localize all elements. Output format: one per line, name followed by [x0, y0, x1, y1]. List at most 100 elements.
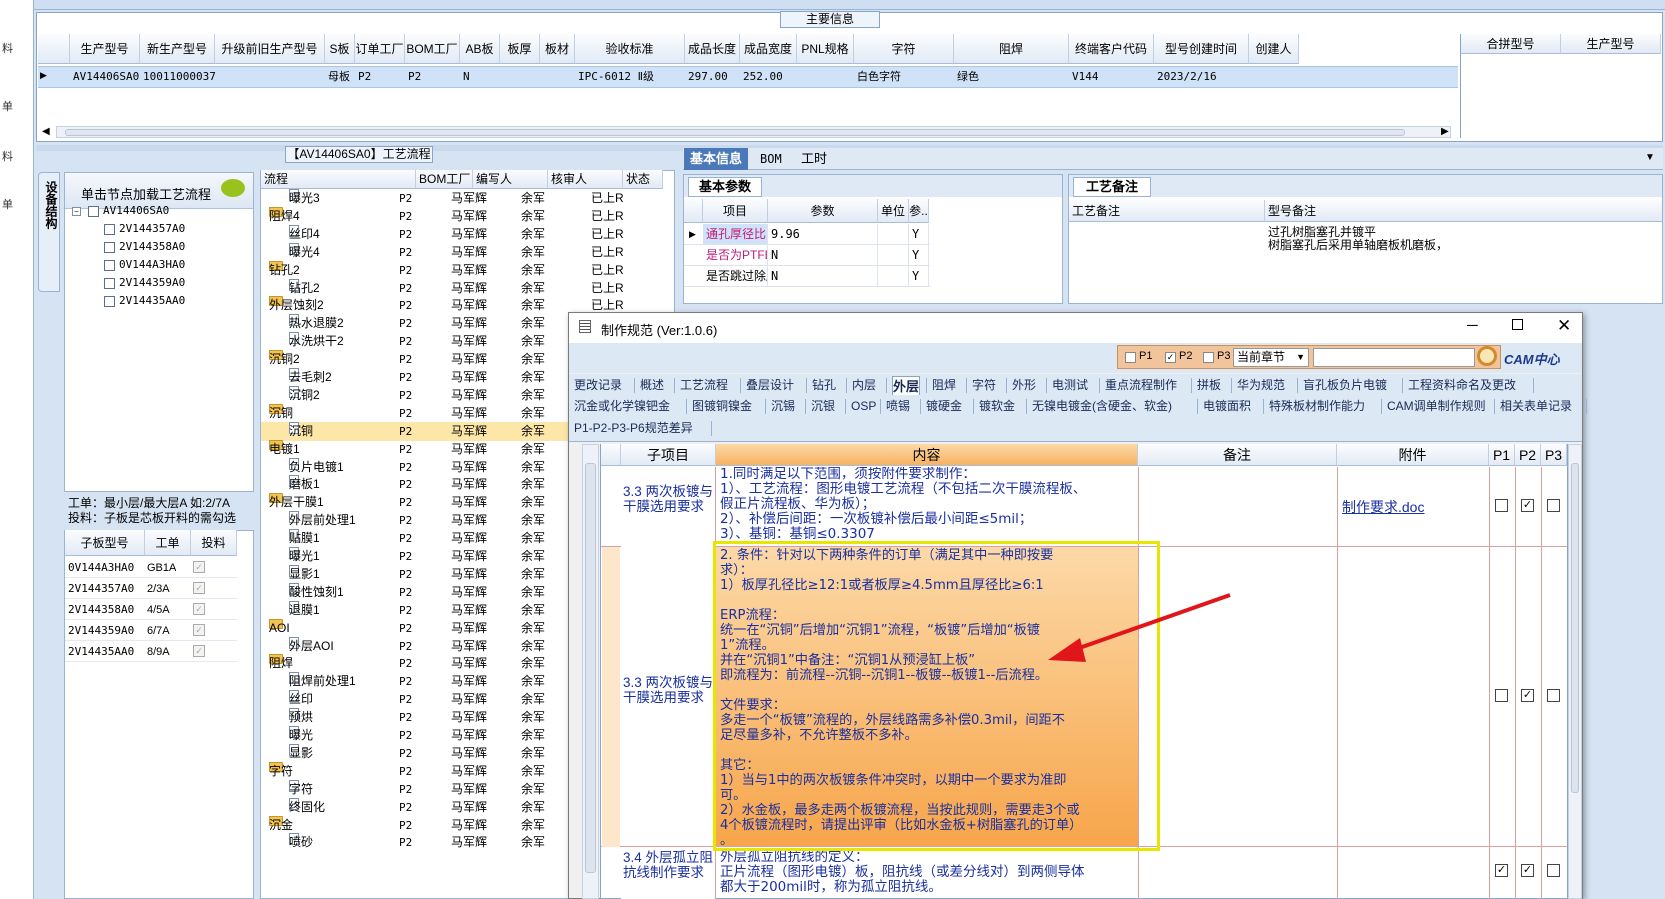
tab-bom[interactable]: BOM [754, 148, 788, 170]
spec-tab[interactable]: 电镀面积 [1203, 397, 1251, 416]
spec-right-scrollbar[interactable] [1568, 444, 1582, 899]
sub-grid-row[interactable]: 2V144357A0 2/3A ✓ [65, 578, 237, 599]
p3-checkbox[interactable] [1547, 689, 1560, 702]
spec-tab[interactable]: P1-P2-P3-P6规范差异 [574, 419, 693, 438]
checkbox-icon[interactable] [104, 259, 115, 271]
speech-bubble-icon[interactable] [221, 179, 245, 197]
main-grid-header[interactable]: 板厚 [500, 34, 540, 64]
main-grid-header[interactable]: BOM工厂 [405, 34, 460, 64]
basic-grid-header[interactable]: 参.. [909, 199, 929, 223]
spec-header-attachment[interactable]: 附件 [1337, 444, 1489, 466]
p2-checkbox[interactable]: ✓ [1521, 864, 1534, 877]
main-grid-header[interactable]: 新生产型号 [140, 34, 215, 64]
spec-tab[interactable]: 沉金或化学镍钯金 [574, 397, 670, 416]
p2-checkbox[interactable]: ✓ [1521, 689, 1534, 702]
flow-header-status[interactable]: 状态 [623, 170, 663, 189]
spec-tab[interactable]: 内层 [852, 376, 876, 395]
feed-header[interactable]: 投料 [191, 530, 237, 556]
main-grid-header[interactable]: 升级前旧生产型号 [215, 34, 325, 64]
p2-checkbox[interactable]: ✓ [1165, 352, 1176, 363]
maximize-icon[interactable] [1512, 319, 1523, 330]
spec-tab[interactable]: 重点流程制作 [1105, 376, 1177, 395]
sub-board-model-header[interactable]: 子板型号 [65, 530, 145, 556]
spec-tab[interactable]: 无镍电镀金(含硬金、软金) [1032, 397, 1172, 416]
work-order-header[interactable]: 工单 [145, 530, 191, 556]
spec-tab[interactable]: 工艺流程 [680, 376, 728, 395]
craft-note-col-header[interactable]: 工艺备注 [1069, 200, 1264, 222]
spec-tab[interactable]: 喷锡 [886, 397, 910, 416]
feed-checkbox[interactable]: ✓ [193, 603, 205, 615]
checkbox-icon[interactable] [88, 205, 99, 217]
spec-tab[interactable]: 镀硬金 [926, 397, 962, 416]
checkbox-icon[interactable] [104, 241, 115, 253]
p1-checkbox[interactable] [1495, 689, 1508, 702]
main-grid-header[interactable]: AB板 [460, 34, 500, 64]
spec-tab[interactable]: 阻焊 [932, 376, 956, 395]
scope-select[interactable]: 当前章节 ▼ [1233, 348, 1309, 367]
basic-grid-header[interactable]: 单位 [878, 199, 909, 223]
sub-grid-row[interactable]: 0V144A3HA0 GB1A ✓ [65, 557, 237, 578]
minimize-icon[interactable]: ─ [1467, 317, 1478, 334]
main-grid-header[interactable]: 终端客户代码 [1069, 34, 1154, 64]
main-grid-header[interactable]: 阻焊 [954, 34, 1069, 64]
horizontal-scrollbar[interactable] [56, 126, 1451, 138]
spec-tab[interactable]: OSP [851, 397, 876, 416]
spec-tab[interactable]: 沉锡 [771, 397, 795, 416]
sub-grid-row[interactable]: 2V14435AA0 8/9A ✓ [65, 641, 237, 662]
p3-checkbox[interactable] [1547, 864, 1560, 877]
flow-header-auditor[interactable]: 核审人 [548, 170, 623, 189]
p3-checkbox[interactable] [1203, 352, 1214, 363]
spec-tab[interactable]: 图镀铜镍金 [692, 397, 752, 416]
main-grid-header[interactable]: 成品长度 [685, 34, 740, 64]
flow-row[interactable]: 丝印4 P2 马军辉 余军 已上R [261, 224, 661, 244]
p1-checkbox[interactable] [1125, 352, 1136, 363]
scroll-right-icon[interactable]: ▶ [1441, 126, 1449, 137]
main-grid-header[interactable]: 订单工厂 [355, 34, 405, 64]
flow-row[interactable]: 曝光3 P2 马军辉 余军 已上R [261, 189, 661, 208]
feed-checkbox[interactable]: ✓ [193, 561, 205, 573]
main-grid-header[interactable]: 型号创建时间 [1154, 34, 1249, 64]
main-grid-header[interactable]: 生产型号 [70, 34, 140, 64]
spec-tab[interactable]: 字符 [972, 376, 996, 395]
spec-tab[interactable]: 叠层设计 [746, 376, 794, 395]
p2-checkbox[interactable]: ✓ [1521, 499, 1534, 512]
spec-tab[interactable]: 外层 [892, 376, 921, 395]
spec-tab[interactable]: 特殊板材制作能力 [1269, 397, 1365, 416]
p3-checkbox[interactable] [1547, 499, 1560, 512]
main-grid-header[interactable]: 创建人 [1249, 34, 1299, 64]
spec-header-p1[interactable]: P1 [1489, 444, 1515, 466]
main-grid-header[interactable]: 板材 [540, 34, 575, 64]
spec-tab[interactable]: 概述 [640, 376, 664, 395]
close-icon[interactable]: ✕ [1557, 316, 1571, 336]
flow-header-process[interactable]: 流程 [261, 170, 416, 189]
checkbox-icon[interactable] [104, 223, 115, 235]
chevron-down-icon[interactable]: ▼ [1645, 152, 1655, 163]
basic-grid-header[interactable] [684, 199, 703, 223]
tab-work-hours[interactable]: 工时 [795, 148, 833, 170]
sub-grid-row[interactable]: 2V144358A0 4/5A ✓ [65, 599, 237, 620]
model-note-col-header[interactable]: 型号备注 [1264, 200, 1662, 222]
spec-header-remark[interactable]: 备注 [1138, 444, 1337, 466]
tree-child-node[interactable]: 2V144359A0 [104, 276, 185, 289]
tree-child-node[interactable]: 2V144358A0 [104, 240, 185, 253]
spec-tab[interactable]: 盲孔板负片电镀 [1303, 376, 1387, 395]
spec-header-p2[interactable]: P2 [1515, 444, 1541, 466]
spec-tab[interactable]: CAM调单制作规则 [1387, 397, 1486, 416]
spec-vertical-scrollbar[interactable] [582, 444, 599, 899]
flow-row[interactable]: − 阻焊4P2马军辉余军已上R [261, 206, 661, 226]
spec-header-content[interactable]: 内容 [716, 444, 1138, 466]
spec-tab[interactable]: 拼板 [1197, 376, 1221, 395]
equipment-structure-tab[interactable]: 设备结构 [38, 172, 60, 292]
basic-grid-header[interactable]: 项目 [703, 199, 768, 223]
main-grid-header[interactable]: S板 [325, 34, 355, 64]
flow-header-writer[interactable]: 编写人 [473, 170, 548, 189]
search-icon[interactable] [1477, 346, 1497, 366]
tree-root-node[interactable]: AV14406SA0 [88, 204, 169, 217]
checkbox-icon[interactable] [104, 277, 115, 289]
flow-row[interactable]: 曝光4 P2 马军辉 余军 已上R [261, 242, 661, 262]
tree-child-node[interactable]: 2V14435AA0 [104, 294, 185, 307]
spec-tab[interactable]: 外形 [1012, 376, 1036, 395]
flow-row[interactable]: 钻孔2 P2 马军辉 余军 已上R [261, 278, 661, 298]
search-input[interactable] [1313, 348, 1475, 367]
merge-model-header[interactable]: 合拼型号 [1461, 34, 1561, 54]
